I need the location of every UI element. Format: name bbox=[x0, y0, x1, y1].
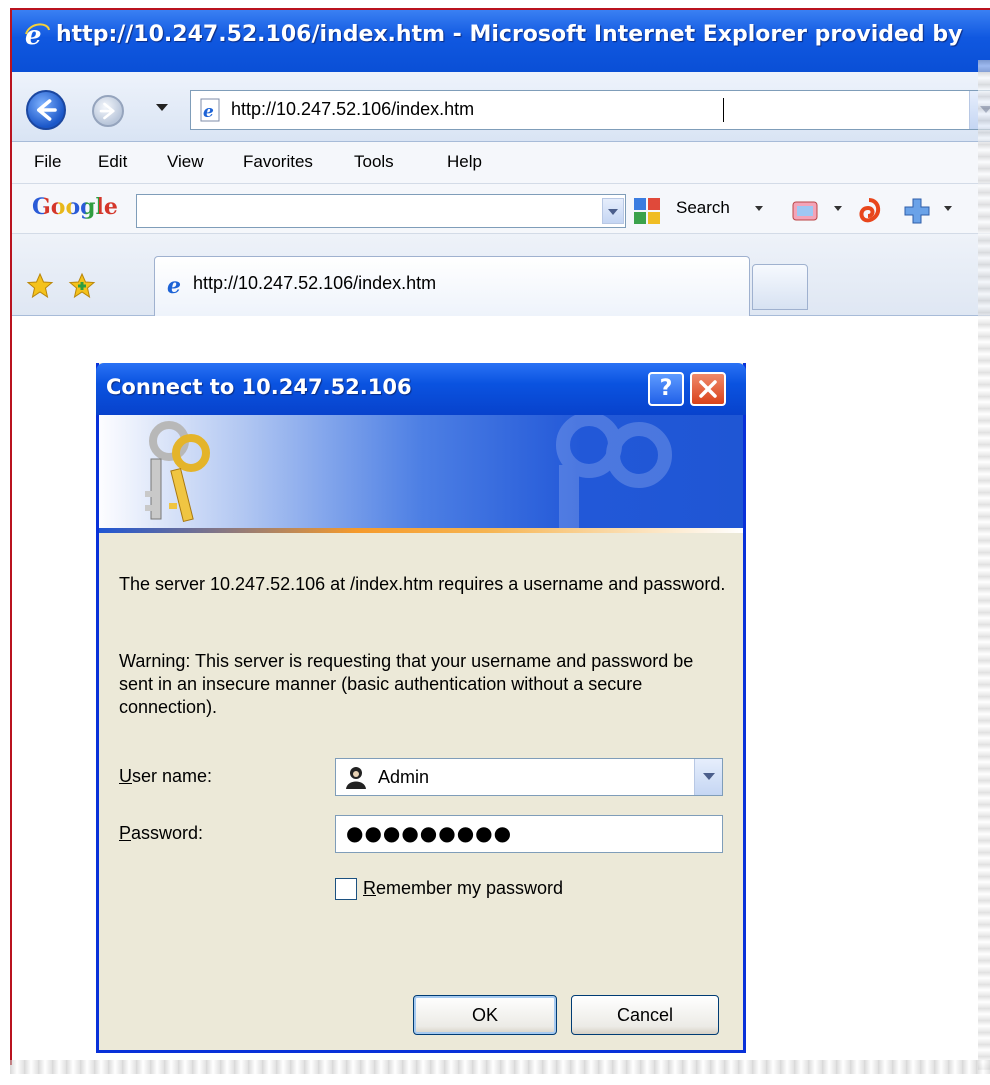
menu-bar: File Edit View Favorites Tools Help bbox=[12, 142, 990, 184]
google-search-icon[interactable] bbox=[630, 196, 670, 226]
address-bar[interactable]: e http://10.247.52.106/index.htm bbox=[190, 90, 990, 130]
menu-edit[interactable]: Edit bbox=[98, 152, 127, 172]
keys-watermark bbox=[556, 415, 672, 533]
password-field[interactable]: ●●●●●●●●● bbox=[335, 815, 723, 853]
remember-password-checkbox[interactable] bbox=[335, 878, 357, 900]
dialog-message: The server 10.247.52.106 at /index.htm r… bbox=[119, 574, 726, 594]
close-icon bbox=[699, 380, 717, 398]
news-dropdown[interactable] bbox=[834, 206, 842, 211]
username-dropdown-button[interactable] bbox=[694, 759, 722, 795]
google-logo-text: Google bbox=[32, 194, 118, 220]
search-options-dropdown[interactable] bbox=[755, 206, 763, 211]
username-combobox[interactable]: Admin bbox=[335, 758, 723, 796]
tabs-row: e http://10.247.52.106/index.htm bbox=[12, 234, 990, 316]
page-icon: e bbox=[200, 98, 220, 122]
ie-logo-icon: e bbox=[25, 21, 50, 50]
remember-label-accel: R bbox=[363, 878, 376, 898]
dialog-banner bbox=[99, 415, 743, 533]
torn-edge-right bbox=[978, 60, 990, 1070]
google-search-input[interactable] bbox=[136, 194, 626, 228]
plus-icon[interactable] bbox=[902, 196, 932, 226]
cancel-button[interactable]: Cancel bbox=[571, 995, 719, 1035]
new-tab-button[interactable] bbox=[752, 264, 808, 310]
forward-arrow-icon bbox=[99, 102, 115, 120]
banner-accent-line bbox=[99, 528, 743, 533]
address-text: http://10.247.52.106/index.htm bbox=[231, 99, 475, 119]
remember-label-rest: emember my password bbox=[376, 878, 564, 898]
forward-button[interactable] bbox=[92, 95, 124, 127]
menu-tools[interactable]: Tools bbox=[354, 152, 394, 172]
username-value: Admin bbox=[378, 767, 430, 787]
help-icon: ? bbox=[659, 376, 673, 401]
window-title: http://10.247.52.106/index.htm - Microso… bbox=[56, 22, 963, 47]
ie-page-icon: e bbox=[167, 273, 181, 297]
username-label: User name: bbox=[119, 766, 212, 787]
close-button[interactable] bbox=[690, 372, 726, 406]
menu-favorites[interactable]: Favorites bbox=[243, 152, 313, 172]
keys-icon bbox=[145, 421, 210, 523]
password-label-rest: assword: bbox=[131, 823, 204, 843]
menu-file[interactable]: File bbox=[34, 152, 61, 172]
google-search-button[interactable]: Search bbox=[676, 198, 730, 218]
swirl-icon[interactable] bbox=[854, 196, 884, 226]
help-button[interactable]: ? bbox=[648, 372, 684, 406]
address-row: e http://10.247.52.106/index.htm bbox=[12, 72, 990, 142]
google-logo: Google bbox=[32, 194, 118, 220]
password-label: Password: bbox=[119, 823, 203, 844]
browser-window: e http://10.247.52.106/index.htm - Micro… bbox=[10, 8, 990, 1065]
add-favorite-icon[interactable] bbox=[68, 272, 96, 300]
dialog-titlebar: Connect to 10.247.52.106 ? bbox=[96, 363, 746, 415]
tab-current-page[interactable]: e http://10.247.52.106/index.htm bbox=[154, 256, 750, 316]
favorites-star-icon[interactable] bbox=[26, 272, 54, 300]
menu-view[interactable]: View bbox=[167, 152, 204, 172]
dialog-title: Connect to 10.247.52.106 bbox=[106, 375, 412, 399]
dialog-warning: Warning: This server is requesting that … bbox=[119, 651, 694, 717]
text-caret bbox=[723, 98, 724, 122]
password-value: ●●●●●●●●● bbox=[346, 821, 513, 845]
menu-help[interactable]: Help bbox=[447, 152, 482, 172]
google-search-dropdown[interactable] bbox=[602, 198, 624, 224]
google-toolbar: Google Search bbox=[12, 184, 990, 234]
plus-dropdown[interactable] bbox=[944, 206, 952, 211]
user-icon bbox=[346, 767, 366, 789]
torn-edge-bottom bbox=[10, 1060, 990, 1074]
news-icon[interactable] bbox=[790, 196, 820, 226]
password-label-accel: P bbox=[119, 823, 132, 843]
svg-text:e: e bbox=[167, 273, 181, 297]
login-dialog: Connect to 10.247.52.106 ? The server 10… bbox=[96, 363, 746, 1053]
tab-label: http://10.247.52.106/index.htm bbox=[193, 273, 437, 293]
remember-password-label[interactable]: Remember my password bbox=[363, 878, 563, 899]
window-titlebar: e http://10.247.52.106/index.htm - Micro… bbox=[12, 10, 990, 72]
back-arrow-icon bbox=[37, 99, 57, 121]
ok-button[interactable]: OK bbox=[413, 995, 557, 1035]
history-dropdown-button[interactable] bbox=[156, 104, 168, 111]
username-label-rest: ser name: bbox=[132, 766, 213, 786]
svg-text:e: e bbox=[203, 102, 214, 122]
username-label-accel: U bbox=[119, 766, 132, 786]
back-button[interactable] bbox=[26, 90, 66, 130]
